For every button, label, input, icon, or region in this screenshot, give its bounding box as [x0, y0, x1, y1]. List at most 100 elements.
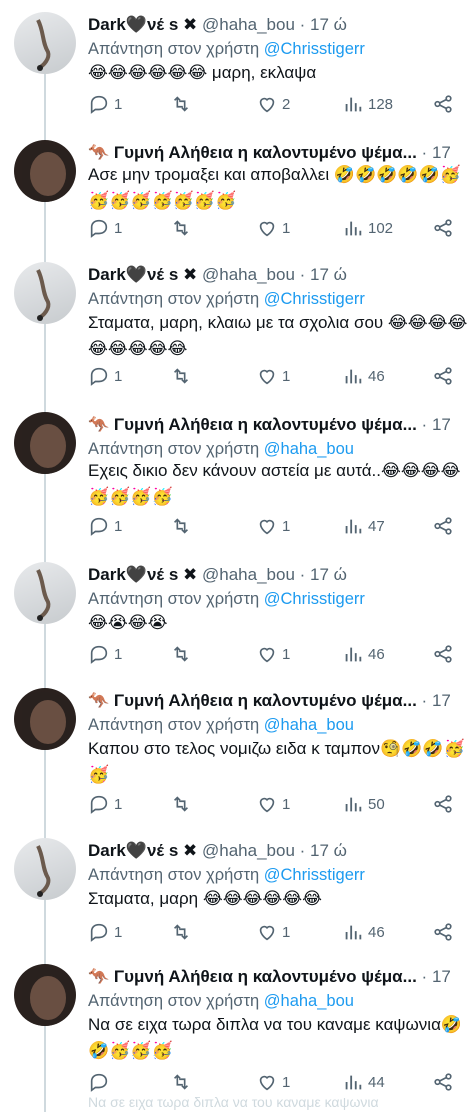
timestamp[interactable]: 17 ώ	[310, 841, 347, 860]
reply-button[interactable]: 1	[88, 216, 122, 240]
avatar[interactable]	[14, 140, 76, 202]
author-handle[interactable]: @haha_bou	[202, 841, 295, 860]
avatar[interactable]	[14, 688, 76, 750]
timestamp[interactable]: 17 ώ	[432, 967, 454, 986]
timestamp[interactable]: 17 ώ	[310, 15, 347, 34]
share-button[interactable]	[432, 920, 454, 944]
like-button[interactable]: 1	[256, 920, 290, 944]
avatar[interactable]	[14, 838, 76, 900]
avatar[interactable]	[14, 964, 76, 1026]
share-icon	[434, 645, 452, 663]
reply-context: Απάντηση στον χρήστη @Chrisstigerr	[88, 864, 365, 886]
timestamp[interactable]: 17 ώ	[310, 265, 347, 284]
share-button[interactable]	[432, 642, 454, 666]
retweet-button[interactable]	[170, 642, 196, 666]
tweet-text: 😂😂😂😂😂😂 μαρη, εκλαψα	[88, 63, 317, 82]
views-icon	[345, 647, 362, 662]
like-button[interactable]: 1	[256, 792, 290, 816]
reply-prefix: Απάντηση στον χρήστη	[88, 590, 260, 608]
author-handle[interactable]: @haha_bou	[202, 265, 295, 284]
share-button[interactable]	[432, 1070, 454, 1094]
tweet-actions: 1 1 102	[88, 216, 454, 240]
views-count: 44	[368, 1073, 385, 1091]
reply-mention[interactable]: @Chrisstigerr	[264, 40, 365, 58]
share-button[interactable]	[432, 92, 454, 116]
retweet-button[interactable]	[170, 792, 196, 816]
heart-icon	[259, 221, 275, 237]
author-name[interactable]: Γυμνή Αλήθεια η καλοντυμένο ψέμα...	[114, 415, 417, 434]
views-button[interactable]: 47	[342, 514, 385, 538]
timestamp[interactable]: 17 ώ	[310, 565, 347, 584]
share-button[interactable]	[432, 514, 454, 538]
reply-prefix: Απάντηση στον χρήστη	[88, 866, 260, 884]
reply-mention[interactable]: @Chrisstigerr	[264, 290, 365, 308]
reply-button[interactable]: 1	[88, 92, 122, 116]
retweet-button[interactable]	[170, 216, 196, 240]
like-button[interactable]: 1	[256, 364, 290, 388]
retweet-button[interactable]	[170, 514, 196, 538]
like-count: 1	[282, 1073, 291, 1091]
reply-mention[interactable]: @Chrisstigerr	[264, 866, 365, 884]
author-name[interactable]: Γυμνή Αλήθεια η καλοντυμένο ψέμα...	[114, 691, 417, 710]
reply-context: Απάντηση στον χρήστη @haha_bou	[88, 438, 354, 460]
author-name[interactable]: Γυμνή Αλήθεια η καλοντυμένο ψέμα...	[114, 143, 417, 162]
views-button[interactable]: 128	[342, 92, 393, 116]
timestamp[interactable]: 17 ώ	[432, 691, 454, 710]
views-count: 128	[368, 95, 394, 113]
retweet-icon	[173, 646, 189, 662]
share-icon	[434, 923, 452, 941]
reply-mention[interactable]: @haha_bou	[264, 716, 354, 734]
reply-button[interactable]	[88, 1070, 114, 1094]
share-button[interactable]	[432, 792, 454, 816]
reply-button[interactable]: 1	[88, 920, 122, 944]
author-name[interactable]: Γυμνή Αλήθεια η καλοντυμένο ψέμα...	[114, 967, 417, 986]
like-button[interactable]: 1	[256, 1070, 290, 1094]
views-icon	[345, 797, 362, 812]
like-button[interactable]: 1	[256, 216, 290, 240]
retweet-button[interactable]	[170, 364, 196, 388]
views-button[interactable]: 46	[342, 364, 385, 388]
reply-button[interactable]: 1	[88, 642, 122, 666]
author-name[interactable]: Dark🖤νέ s	[88, 15, 178, 34]
reply-icon	[90, 923, 108, 942]
reply-icon	[90, 367, 108, 386]
views-icon	[345, 221, 362, 236]
share-button[interactable]	[432, 364, 454, 388]
ghost-text: Να σε ειχα τωρα διπλα να του καναμε καψω…	[88, 1094, 379, 1110]
like-button[interactable]: 1	[256, 514, 290, 538]
reply-mention[interactable]: @haha_bou	[264, 440, 354, 458]
like-button[interactable]: 2	[256, 92, 290, 116]
views-button[interactable]: 50	[342, 792, 385, 816]
author-handle[interactable]: @haha_bou	[202, 15, 295, 34]
reply-context: Απάντηση στον χρήστη @Chrisstigerr	[88, 588, 365, 610]
like-count: 1	[282, 219, 291, 237]
views-button[interactable]: 102	[342, 216, 393, 240]
heart-icon	[259, 925, 275, 941]
like-button[interactable]: 1	[256, 642, 290, 666]
views-button[interactable]: 44	[342, 1070, 385, 1094]
avatar[interactable]	[14, 562, 76, 624]
like-count: 1	[282, 645, 291, 663]
x-mark-icon: ✖	[183, 15, 198, 34]
avatar[interactable]	[14, 412, 76, 474]
share-icon	[434, 517, 452, 535]
reply-mention[interactable]: @haha_bou	[264, 992, 354, 1010]
views-button[interactable]: 46	[342, 642, 385, 666]
views-button[interactable]: 46	[342, 920, 385, 944]
retweet-button[interactable]	[170, 92, 196, 116]
avatar[interactable]	[14, 12, 76, 74]
retweet-button[interactable]	[170, 920, 196, 944]
author-handle[interactable]: @haha_bou	[202, 565, 295, 584]
timestamp[interactable]: 17 ώ	[432, 143, 454, 162]
avatar[interactable]	[14, 262, 76, 324]
author-name[interactable]: Dark🖤νέ s	[88, 565, 178, 584]
reply-mention[interactable]: @Chrisstigerr	[264, 590, 365, 608]
reply-button[interactable]: 1	[88, 364, 122, 388]
author-name[interactable]: Dark🖤νέ s	[88, 841, 178, 860]
timestamp[interactable]: 17 ώ	[432, 415, 454, 434]
retweet-button[interactable]	[170, 1070, 196, 1094]
reply-button[interactable]: 1	[88, 792, 122, 816]
share-button[interactable]	[432, 216, 454, 240]
reply-button[interactable]: 1	[88, 514, 122, 538]
author-name[interactable]: Dark🖤νέ s	[88, 265, 178, 284]
